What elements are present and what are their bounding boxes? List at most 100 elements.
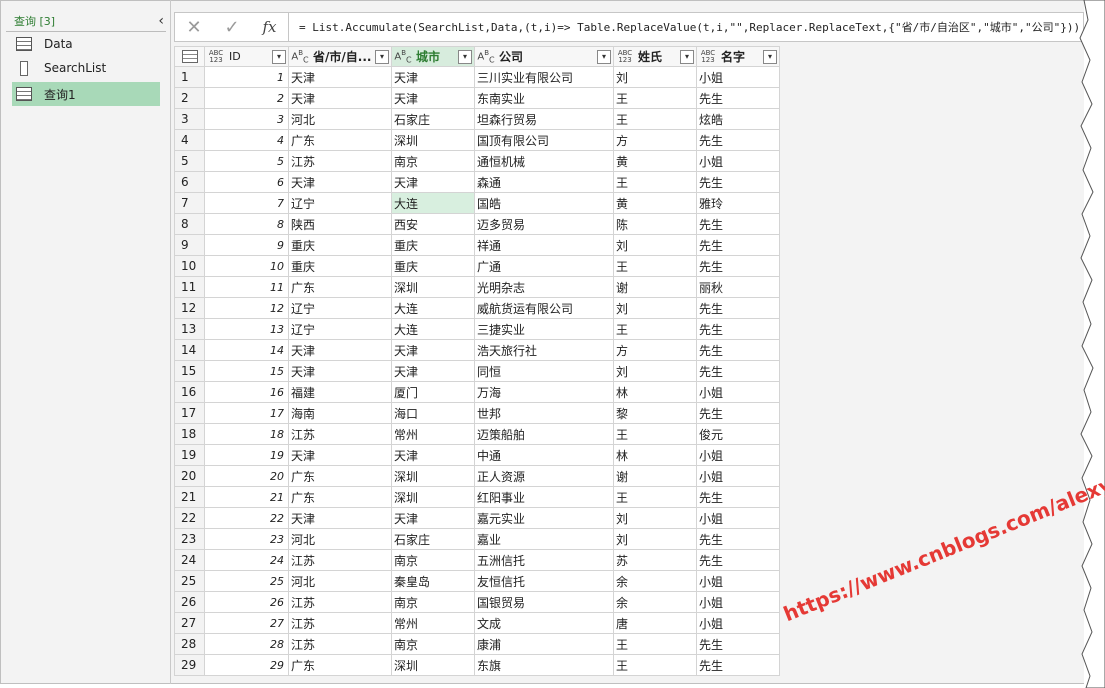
cell-id[interactable]: 6 <box>204 171 289 193</box>
cell-id[interactable]: 23 <box>204 528 289 550</box>
cell-id[interactable]: 19 <box>204 444 289 466</box>
table-cell[interactable]: 深圳 <box>391 129 475 151</box>
table-cell[interactable]: 先生 <box>696 360 780 382</box>
row-number[interactable]: 26 <box>174 591 205 613</box>
cell-id[interactable]: 14 <box>204 339 289 361</box>
type-any-icon[interactable]: ABC 123 <box>698 49 720 64</box>
table-cell[interactable]: 江苏 <box>288 549 392 571</box>
cell-id[interactable]: 3 <box>204 108 289 130</box>
table-cell[interactable]: 先生 <box>696 213 780 235</box>
table-cell[interactable]: 深圳 <box>391 465 475 487</box>
table-row[interactable]: 8 8 陕西 西安 迈多贸易陈先生 <box>174 213 780 235</box>
table-cell[interactable]: 辽宁 <box>288 318 392 340</box>
table-cell[interactable]: 深圳 <box>391 276 475 298</box>
table-cell[interactable]: 先生 <box>696 255 780 277</box>
table-cell[interactable]: 秦皇岛 <box>391 570 475 592</box>
table-cell[interactable]: 小姐 <box>696 66 780 88</box>
table-row[interactable]: 18 18 江苏 常州 迈策船舶王俊元 <box>174 423 780 445</box>
table-cell[interactable]: 黄 <box>613 192 697 214</box>
table-cell[interactable]: 森通 <box>474 171 614 193</box>
table-cell[interactable]: 广通 <box>474 255 614 277</box>
table-row[interactable]: 13 13 辽宁 大连 三捷实业王先生 <box>174 318 780 340</box>
table-cell[interactable]: 祥通 <box>474 234 614 256</box>
table-cell[interactable]: 刘 <box>613 234 697 256</box>
table-cell[interactable]: 先生 <box>696 528 780 550</box>
column-header-province[interactable]: ABC 省/市/自... ▾ <box>288 46 392 67</box>
cell-id[interactable]: 10 <box>204 255 289 277</box>
type-any-icon[interactable]: ABC 123 <box>206 49 228 64</box>
table-cell[interactable]: 王 <box>613 654 697 676</box>
table-cell[interactable]: 天津 <box>391 360 475 382</box>
row-number[interactable]: 14 <box>174 339 205 361</box>
table-cell[interactable]: 先生 <box>696 234 780 256</box>
table-cell[interactable]: 常州 <box>391 612 475 634</box>
row-number[interactable]: 9 <box>174 234 205 256</box>
filter-dropdown-icon[interactable]: ▾ <box>272 49 286 64</box>
cell-id[interactable]: 5 <box>204 150 289 172</box>
table-cell[interactable]: 石家庄 <box>391 528 475 550</box>
table-cell[interactable]: 海南 <box>288 402 392 424</box>
query-item-data[interactable]: Data <box>6 32 166 56</box>
cell-id[interactable]: 7 <box>204 192 289 214</box>
table-row[interactable]: 26 26 江苏 南京 国银贸易余小姐 <box>174 591 780 613</box>
table-row[interactable]: 15 15 天津 天津 同恒刘先生 <box>174 360 780 382</box>
table-cell[interactable]: 天津 <box>391 171 475 193</box>
table-cell[interactable]: 方 <box>613 339 697 361</box>
row-number[interactable]: 22 <box>174 507 205 529</box>
table-cell[interactable]: 五洲信托 <box>474 549 614 571</box>
table-cell[interactable]: 重庆 <box>391 234 475 256</box>
fx-icon[interactable]: fx <box>251 12 289 42</box>
row-number[interactable]: 12 <box>174 297 205 319</box>
table-cell[interactable]: 康浦 <box>474 633 614 655</box>
column-header-city[interactable]: ABC 城市 ▾ <box>391 46 475 67</box>
table-cell[interactable]: 天津 <box>288 171 392 193</box>
table-cell[interactable]: 国顶有限公司 <box>474 129 614 151</box>
table-cell[interactable]: 刘 <box>613 528 697 550</box>
table-cell[interactable]: 先生 <box>696 297 780 319</box>
table-cell[interactable]: 天津 <box>288 444 392 466</box>
cell-id[interactable]: 9 <box>204 234 289 256</box>
table-cell[interactable]: 黄 <box>613 150 697 172</box>
table-cell[interactable]: 余 <box>613 591 697 613</box>
table-cell[interactable]: 文成 <box>474 612 614 634</box>
table-cell[interactable]: 深圳 <box>391 486 475 508</box>
filter-dropdown-icon[interactable]: ▾ <box>458 49 472 64</box>
table-cell[interactable]: 余 <box>613 570 697 592</box>
cell-id[interactable]: 15 <box>204 360 289 382</box>
table-cell[interactable]: 大连 <box>391 297 475 319</box>
cell-id[interactable]: 22 <box>204 507 289 529</box>
table-cell[interactable]: 小姐 <box>696 381 780 403</box>
table-cell[interactable]: 江苏 <box>288 612 392 634</box>
row-number[interactable]: 23 <box>174 528 205 550</box>
table-cell[interactable]: 迈多贸易 <box>474 213 614 235</box>
row-number[interactable]: 20 <box>174 465 205 487</box>
collapse-pane-chevron-icon[interactable]: ‹ <box>158 13 164 29</box>
table-cell[interactable]: 先生 <box>696 318 780 340</box>
table-cell[interactable]: 小姐 <box>696 150 780 172</box>
table-row[interactable]: 14 14 天津 天津 浩天旅行社方先生 <box>174 339 780 361</box>
table-cell[interactable]: 小姐 <box>696 507 780 529</box>
table-row[interactable]: 29 29 广东 深圳 东旗王先生 <box>174 654 780 676</box>
table-cell[interactable]: 通恒机械 <box>474 150 614 172</box>
row-number[interactable]: 16 <box>174 381 205 403</box>
table-row[interactable]: 17 17 海南 海口 世邦黎先生 <box>174 402 780 424</box>
table-cell[interactable]: 广东 <box>288 276 392 298</box>
table-cell[interactable]: 河北 <box>288 528 392 550</box>
filter-dropdown-icon[interactable]: ▾ <box>597 49 611 64</box>
column-header-id[interactable]: ABC 123 ID ▾ <box>204 46 289 67</box>
table-cell[interactable]: 大连 <box>391 192 475 214</box>
table-row[interactable]: 21 21 广东 深圳 红阳事业王先生 <box>174 486 780 508</box>
table-cell[interactable]: 陕西 <box>288 213 392 235</box>
table-cell[interactable]: 先生 <box>696 633 780 655</box>
row-number[interactable]: 29 <box>174 654 205 676</box>
column-header-surname[interactable]: ABC 123 姓氏 ▾ <box>613 46 697 67</box>
table-row[interactable]: 16 16 福建 厦门 万海林小姐 <box>174 381 780 403</box>
table-cell[interactable]: 雅玲 <box>696 192 780 214</box>
table-cell[interactable]: 国皓 <box>474 192 614 214</box>
table-cell[interactable]: 河北 <box>288 570 392 592</box>
table-cell[interactable]: 世邦 <box>474 402 614 424</box>
table-cell[interactable]: 刘 <box>613 297 697 319</box>
table-row[interactable]: 12 12 辽宁 大连 威航货运有限公司刘先生 <box>174 297 780 319</box>
table-cell[interactable]: 方 <box>613 129 697 151</box>
table-row[interactable]: 19 19 天津 天津 中通林小姐 <box>174 444 780 466</box>
